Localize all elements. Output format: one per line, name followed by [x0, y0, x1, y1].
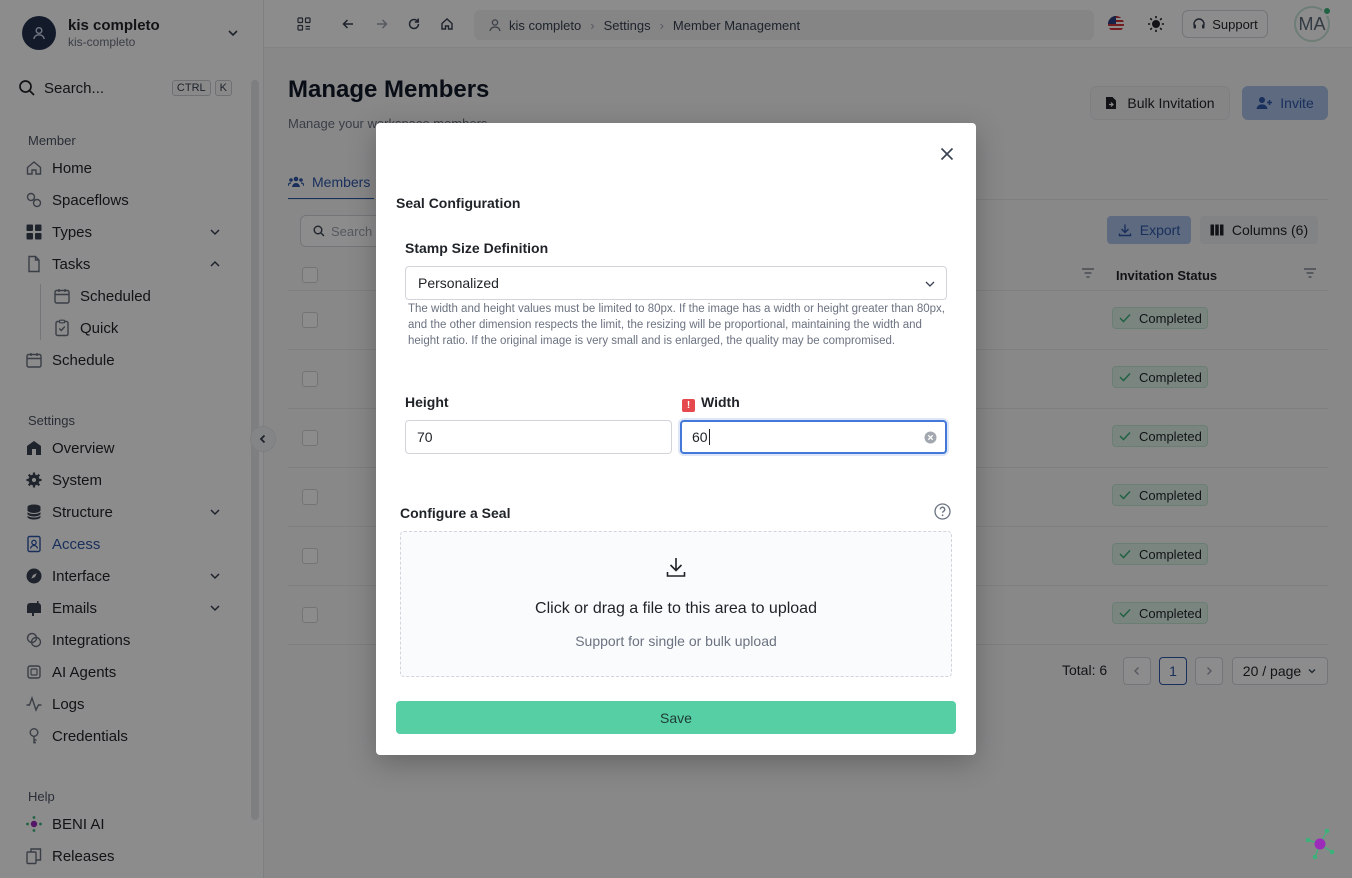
modal-title: Seal Configuration [396, 195, 521, 211]
close-icon[interactable] [936, 143, 958, 165]
stamp-size-select[interactable]: Personalized [405, 266, 947, 300]
clear-icon[interactable] [924, 431, 937, 444]
seal-configuration-modal: Seal Configuration Stamp Size Definition… [376, 123, 976, 755]
configure-seal-label: Configure a Seal [400, 505, 511, 521]
height-value: 70 [417, 429, 433, 445]
chevron-down-icon [924, 278, 936, 290]
upload-hint: Support for single or bulk upload [575, 633, 777, 649]
stamp-size-help-text: The width and height values must be limi… [408, 303, 945, 347]
text-caret [708, 429, 710, 445]
width-label-row: ! Width [682, 394, 740, 412]
beni-ai-launcher-icon[interactable] [1302, 826, 1338, 862]
question-icon[interactable] [934, 503, 951, 520]
stamp-size-label: Stamp Size Definition [405, 240, 549, 256]
upload-text: Click or drag a file to this area to upl… [535, 600, 817, 617]
width-label: Width [701, 394, 740, 410]
height-label: Height [405, 394, 449, 410]
save-button[interactable]: Save [396, 701, 956, 734]
width-input[interactable]: 60 [680, 420, 947, 454]
warning-icon: ! [682, 399, 695, 412]
width-value: 60 [692, 429, 708, 445]
download-icon [664, 555, 688, 579]
stamp-size-value: Personalized [418, 275, 499, 291]
height-input[interactable]: 70 [405, 420, 672, 454]
